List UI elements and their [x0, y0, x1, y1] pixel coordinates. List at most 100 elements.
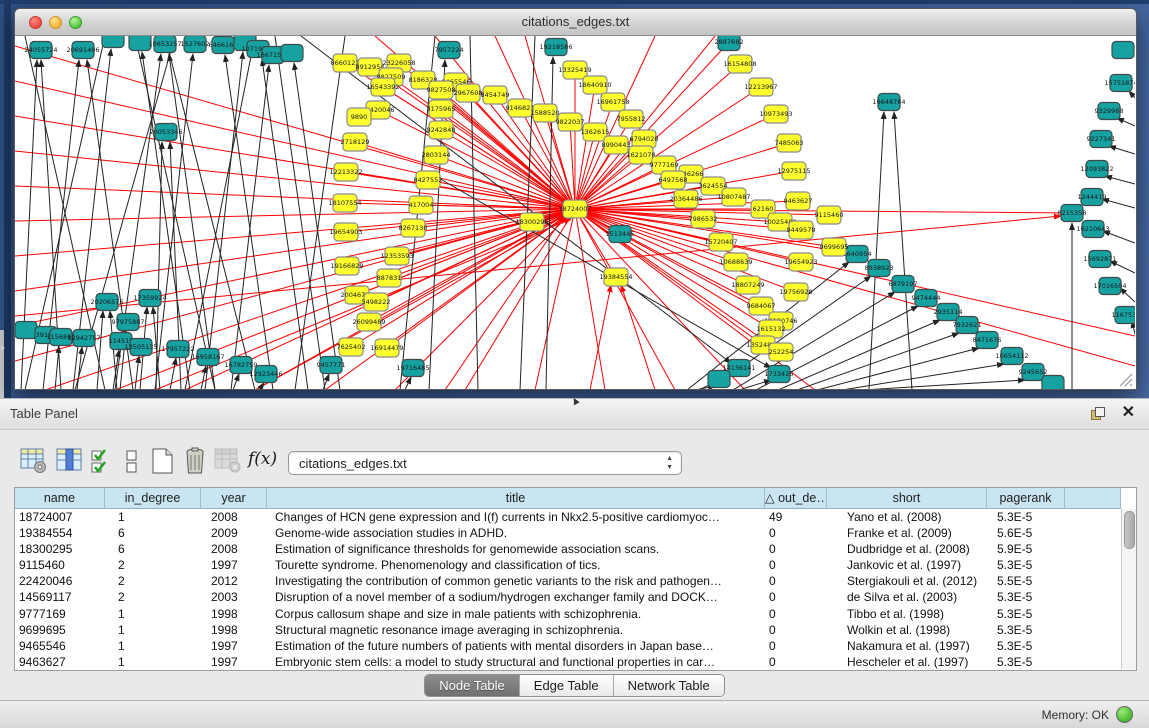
table-cell: Investigating the contribution of common…: [267, 573, 765, 589]
table-cell: 0: [765, 589, 827, 605]
column-header-out_de…[interactable]: △ out_de…: [765, 488, 827, 509]
graph-node-label: 7986532: [689, 215, 718, 223]
graph-node-teal[interactable]: [102, 36, 124, 48]
scrollbar-thumb[interactable]: [1124, 511, 1135, 549]
graph-node-label: 12942757: [67, 334, 100, 342]
side-splitter[interactable]: [0, 330, 4, 400]
column-header-in_degree[interactable]: in_degree: [105, 488, 201, 509]
resize-grip-icon[interactable]: [1117, 371, 1133, 387]
graph-node-teal[interactable]: [1112, 42, 1134, 59]
column-visibility-icon[interactable]: [56, 447, 83, 474]
column-header-short[interactable]: short: [827, 488, 987, 509]
graph-node-label: 19218586: [539, 43, 572, 51]
table-body: 1872400712008Changes of HCN gene express…: [15, 509, 1121, 670]
table-cell: 2003: [201, 589, 267, 605]
graph-node-label: 8938923: [865, 264, 894, 272]
graph-node-label: 23226058: [382, 59, 415, 67]
table-source-select[interactable]: citations_edges.txt ▲▼: [288, 451, 682, 475]
graph-node-label: 9474444: [912, 294, 941, 302]
tab-network-table[interactable]: Network Table: [614, 675, 724, 696]
graph-node-label: 2803144: [422, 151, 451, 159]
graph-node-label: 16914479: [370, 344, 403, 352]
table-cell: Changes of HCN gene expression and I(f) …: [267, 509, 765, 525]
table-row[interactable]: 946362711997Embryonic stem cells: a mode…: [15, 654, 1121, 670]
graph-node-label: 10653257: [148, 40, 181, 48]
delete-table-icon[interactable]: [182, 447, 208, 475]
table-panel-title: Table Panel: [10, 406, 78, 421]
graph-node-label: 8215358: [1058, 209, 1087, 217]
select-all-rows-icon[interactable]: [90, 447, 114, 475]
graph-node-label: 12975115: [777, 167, 810, 175]
table-cell: 5.3E-5: [987, 622, 1065, 638]
table-cell: 5.3E-5: [987, 557, 1065, 573]
float-panel-icon[interactable]: [1091, 407, 1105, 420]
unselect-rows-icon[interactable]: [124, 447, 140, 475]
graph-node-label: 15751874: [1104, 79, 1135, 87]
graph-node-teal[interactable]: [15, 322, 37, 339]
graph-node-teal[interactable]: [708, 371, 730, 388]
column-header-name[interactable]: name: [15, 488, 105, 509]
graph-node-label: 9245652: [1019, 368, 1048, 376]
table-row[interactable]: 911546021997Tourette syndrome. Phenomeno…: [15, 557, 1121, 573]
graph-node-label: 19384554: [599, 273, 632, 281]
table-cell: 19384554: [15, 525, 105, 541]
table-cell: Genome-wide association studies in ADHD.: [267, 525, 765, 541]
table-header-row: namein_degreeyeartitle△ out_de…shortpage…: [15, 488, 1121, 509]
graph-node-label: 7625402: [337, 343, 366, 351]
table-cell: 9463627: [15, 654, 105, 670]
window-titlebar[interactable]: citations_edges.txt: [15, 9, 1136, 36]
graph-node-label: 5498222: [362, 298, 391, 306]
table-cell: Structural magnetic resonance image aver…: [267, 622, 765, 638]
network-canvas[interactable]: 2405572420691406106532571527602646616210…: [15, 36, 1135, 389]
graph-node-label: 6497568: [659, 176, 688, 184]
graph-node-label: 252254: [769, 348, 794, 356]
table-row[interactable]: 969969511998Structural magnetic resonanc…: [15, 622, 1121, 638]
table-row[interactable]: 977716911998Corpus callosum shape and si…: [15, 606, 1121, 622]
table-settings-icon[interactable]: [20, 447, 47, 474]
table-cell: 1997: [201, 638, 267, 654]
new-table-icon[interactable]: [150, 447, 176, 475]
table-cell: Disruption of a novel member of a sodium…: [267, 589, 765, 605]
table-row[interactable]: 2242004622012Investigating the contribut…: [15, 573, 1121, 589]
table-row[interactable]: 946554611997Estimation of the future num…: [15, 638, 1121, 654]
table-row[interactable]: 1872400712008Changes of HCN gene express…: [15, 509, 1121, 525]
graph-node-label: 17016504: [1093, 282, 1126, 290]
column-header-filler[interactable]: [1065, 488, 1121, 509]
table-source-value: citations_edges.txt: [299, 456, 407, 471]
app-frame-left: [4, 0, 11, 400]
delete-column-disabled-icon[interactable]: [214, 447, 242, 474]
table-row[interactable]: 1456911722003Disruption of a novel membe…: [15, 589, 1121, 605]
graph-node-label: 20364486: [669, 195, 702, 203]
table-vertical-scrollbar[interactable]: [1121, 509, 1136, 669]
table-cell: Jankovic et al. (1997): [827, 557, 987, 573]
graph-node-label: 16648784: [872, 98, 905, 106]
graph-node-label: 62160: [753, 205, 774, 213]
tab-node-table[interactable]: Node Table: [425, 675, 520, 696]
graph-node-label: 8267130: [399, 224, 428, 232]
table-row[interactable]: 1938455462009Genome-wide association stu…: [15, 525, 1121, 541]
network-view-window: citations_edges.txt 24055724206914061065…: [14, 8, 1137, 390]
graph-node-label: 9449578: [787, 226, 816, 234]
table-cell: 9699695: [15, 622, 105, 638]
table-cell: 14569117: [15, 589, 105, 605]
table-cell: 1998: [201, 622, 267, 638]
graph-node-teal[interactable]: [281, 45, 303, 62]
graph-node-teal[interactable]: [1042, 376, 1064, 390]
close-panel-icon[interactable]: ✕: [1122, 404, 1135, 422]
side-splitter-arrow-icon[interactable]: ▸: [1, 344, 5, 352]
graph-node-label: 2718129: [341, 138, 370, 146]
graph-node-label: 1640954: [843, 250, 872, 258]
table-cell: 0: [765, 525, 827, 541]
column-header-pagerank[interactable]: pagerank: [987, 488, 1065, 509]
function-builder-icon[interactable]: f(x): [248, 449, 277, 469]
column-header-title[interactable]: title: [267, 488, 765, 509]
graph-node-label: 6879197: [889, 280, 918, 288]
graph-node-label: 8990443: [602, 141, 631, 149]
graph-node-label: 8427552: [414, 176, 443, 184]
table-cell: Estimation of the future numbers of pati…: [267, 638, 765, 654]
table-row[interactable]: 1830029562008Estimation of significance …: [15, 541, 1121, 557]
column-header-year[interactable]: year: [201, 488, 267, 509]
table-cell: 2: [105, 557, 201, 573]
graph-node-label: 18300295: [515, 218, 548, 226]
tab-edge-table[interactable]: Edge Table: [520, 675, 614, 696]
